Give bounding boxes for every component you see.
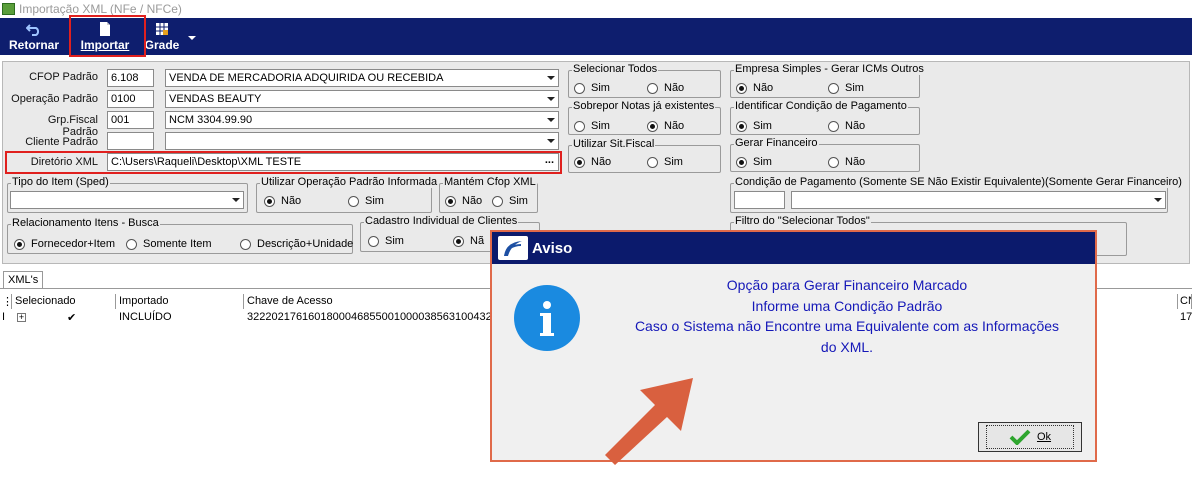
grp-fiscal-select[interactable]: NCM 3304.99.90	[165, 111, 559, 129]
cadastro-sim-radio[interactable]: Sim	[368, 235, 404, 247]
cfop-select[interactable]: VENDA DE MERCADORIA ADQUIRIDA OU RECEBID…	[165, 69, 559, 87]
chevron-down-icon	[1154, 198, 1162, 202]
identificar-nao-radio[interactable]: Não	[828, 120, 865, 132]
col-importado[interactable]: Importado	[116, 294, 244, 309]
checkmark-icon	[1009, 429, 1031, 445]
chevron-down-icon	[547, 118, 555, 122]
cliente-label: Cliente Padrão	[25, 136, 98, 148]
condicao-select[interactable]	[791, 191, 1166, 209]
grade-dropdown-icon[interactable]	[188, 36, 196, 40]
chevron-down-icon	[547, 76, 555, 80]
selecionar-todos-group: Selecionar Todos Sim Não	[568, 63, 721, 98]
tab-xmls[interactable]: XML's	[3, 271, 43, 288]
operacao-code-input[interactable]: 0100	[107, 90, 154, 108]
tipo-item-group: Tipo do Item (Sped)	[7, 176, 248, 213]
sobrepor-nao-radio[interactable]: Não	[647, 120, 684, 132]
mantem-cfop-group: Mantém Cfop XML Não Sim	[439, 176, 538, 213]
toolbar: Retornar Importar Grade	[0, 18, 1192, 55]
window-titlebar: Importação XML (NFe / NFCe)	[0, 0, 1192, 18]
window-title: Importação XML (NFe / NFCe)	[19, 2, 182, 16]
cliente-select[interactable]	[165, 132, 559, 150]
importado-cell: INCLUÍDO	[119, 311, 172, 323]
dialog-body: Opção para Gerar Financeiro Marcado Info…	[492, 264, 1095, 460]
fornecedor-item-radio[interactable]: Fornecedor+Item	[14, 238, 115, 250]
info-icon	[514, 285, 580, 351]
empresa-nao-radio[interactable]: Não	[736, 82, 773, 94]
condicao-pagamento-group: Condição de Pagamento (Somente SE Não Ex…	[730, 176, 1183, 213]
chevron-down-icon	[547, 139, 555, 143]
row-cursor-icon: I	[2, 311, 6, 323]
utilizar-op-nao-radio[interactable]: Não	[264, 195, 301, 207]
cfop-code-input[interactable]: 6.108	[107, 69, 154, 87]
app-icon	[2, 3, 15, 15]
somente-item-radio[interactable]: Somente Item	[126, 238, 211, 250]
dialog-title: Aviso	[532, 239, 573, 257]
selecionar-nao-radio[interactable]: Não	[647, 82, 684, 94]
utilizar-sit-group: Utilizar Sit.Fiscal Não Sim	[568, 138, 721, 173]
mantem-nao-radio[interactable]: Não	[445, 195, 482, 207]
chevron-down-icon	[547, 97, 555, 101]
importar-highlight	[69, 15, 146, 57]
grid-icon	[156, 23, 168, 35]
grp-fiscal-label: Grp.Fiscal Padrão	[47, 114, 98, 138]
dialog-message: Opção para Gerar Financeiro Marcado Info…	[634, 277, 1060, 355]
empresa-simples-group: Empresa Simples - Gerar ICMs Outros Não …	[730, 63, 925, 98]
retornar-button[interactable]: Retornar	[6, 18, 62, 55]
dialog-header: Aviso	[492, 232, 1095, 264]
identificar-group: Identificar Condição de Pagamento Sim Nã…	[730, 100, 920, 135]
expand-icon[interactable]: +	[14, 310, 26, 325]
gerar-sim-radio[interactable]: Sim	[736, 156, 772, 168]
grp-fiscal-code-input[interactable]: 001	[107, 111, 154, 129]
tipo-item-select[interactable]	[10, 191, 244, 209]
sobrepor-sim-radio[interactable]: Sim	[574, 120, 610, 132]
gerar-nao-radio[interactable]: Não	[828, 156, 865, 168]
sit-sim-radio[interactable]: Sim	[647, 156, 683, 168]
ok-button[interactable]: Ok	[978, 422, 1082, 452]
operacao-label: Operação Padrão	[11, 93, 98, 105]
mantem-sim-radio[interactable]: Sim	[492, 195, 528, 207]
col-cn[interactable]: CN	[1178, 294, 1192, 309]
gerar-financeiro-group: Gerar Financeiro Sim Não	[730, 137, 920, 172]
cfop-label: CFOP Padrão	[29, 71, 98, 83]
utilizar-operacao-group: Utilizar Operação Padrão Informada Não S…	[256, 176, 439, 213]
row-indicator-header: ⋮	[0, 294, 12, 309]
cadastro-nao-radio[interactable]: Nã	[453, 235, 484, 247]
sobrepor-group: Sobrepor Notas já existentes Sim Não	[568, 100, 721, 135]
diretorio-highlight	[5, 151, 562, 174]
identificar-sim-radio[interactable]: Sim	[736, 120, 772, 132]
operacao-select[interactable]: VENDAS BEAUTY	[165, 90, 559, 108]
aviso-dialog: Aviso Opção para Gerar Financeiro Marcad…	[490, 230, 1097, 462]
chevron-down-icon	[232, 198, 240, 202]
sit-nao-radio[interactable]: Não	[574, 156, 611, 168]
app-logo-icon	[498, 236, 528, 260]
chave-cell: 3222021761601800046855001000038563100432…	[247, 311, 494, 323]
relacionamento-group: Relacionamento Itens - Busca Fornecedor+…	[7, 217, 353, 254]
undo-icon	[26, 24, 40, 36]
selecionado-checkbox[interactable]: ✔	[64, 310, 78, 325]
cliente-code-input[interactable]	[107, 132, 154, 150]
grade-button[interactable]: Grade	[143, 18, 181, 55]
cn-cell: 17	[1180, 311, 1192, 323]
descricao-unidade-radio[interactable]: Descrição+Unidade	[240, 238, 353, 250]
condicao-code-input[interactable]	[734, 191, 785, 209]
empresa-sim-radio[interactable]: Sim	[828, 82, 864, 94]
utilizar-op-sim-radio[interactable]: Sim	[348, 195, 384, 207]
col-selecionado[interactable]: Selecionado	[12, 294, 116, 309]
selecionar-sim-radio[interactable]: Sim	[574, 82, 610, 94]
annotation-arrow-icon	[605, 378, 693, 465]
